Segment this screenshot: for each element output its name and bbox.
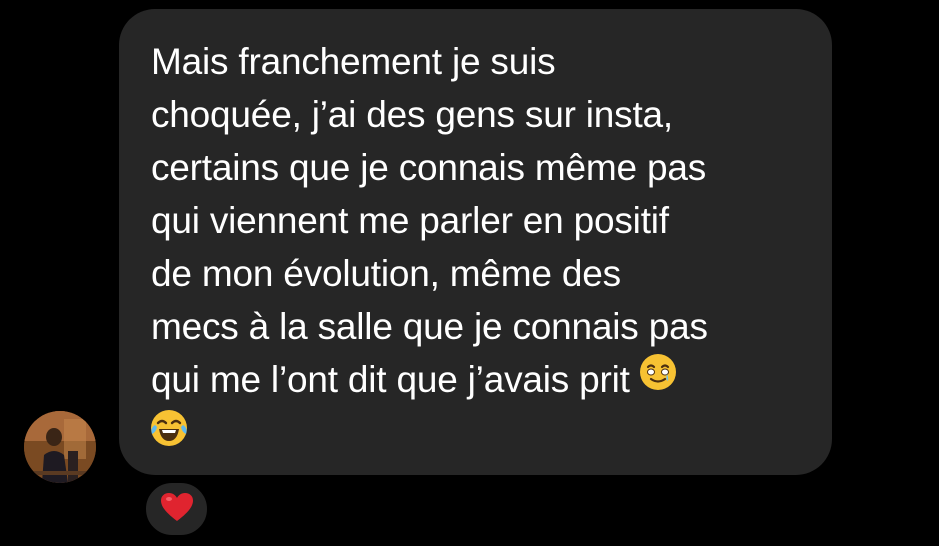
- message-line: mecs à la salle que je connais pas: [151, 306, 708, 347]
- smiling-face-with-tear-icon: [638, 352, 678, 406]
- message-line-with-emoji: qui me l’ont dit que j’avais prit: [151, 353, 812, 409]
- message-line: choquée, j’ai des gens sur insta,: [151, 94, 674, 135]
- message-line: certains que je connais même pas: [151, 147, 707, 188]
- red-heart-icon: [160, 492, 194, 527]
- message-emoji-line: [151, 409, 812, 465]
- message-line: qui me l’ont dit que j’avais prit: [151, 359, 630, 400]
- sender-avatar[interactable]: [24, 411, 96, 483]
- message-bubble[interactable]: Mais franchement je suis choquée, j’ai d…: [119, 9, 832, 475]
- message-line: de mon évolution, même des: [151, 253, 621, 294]
- reaction-badge[interactable]: [143, 480, 210, 538]
- face-with-tears-of-joy-icon: [149, 408, 189, 462]
- message-line: Mais franchement je suis: [151, 41, 556, 82]
- message-line: qui viennent me parler en positif: [151, 200, 669, 241]
- avatar-photo: [24, 411, 96, 483]
